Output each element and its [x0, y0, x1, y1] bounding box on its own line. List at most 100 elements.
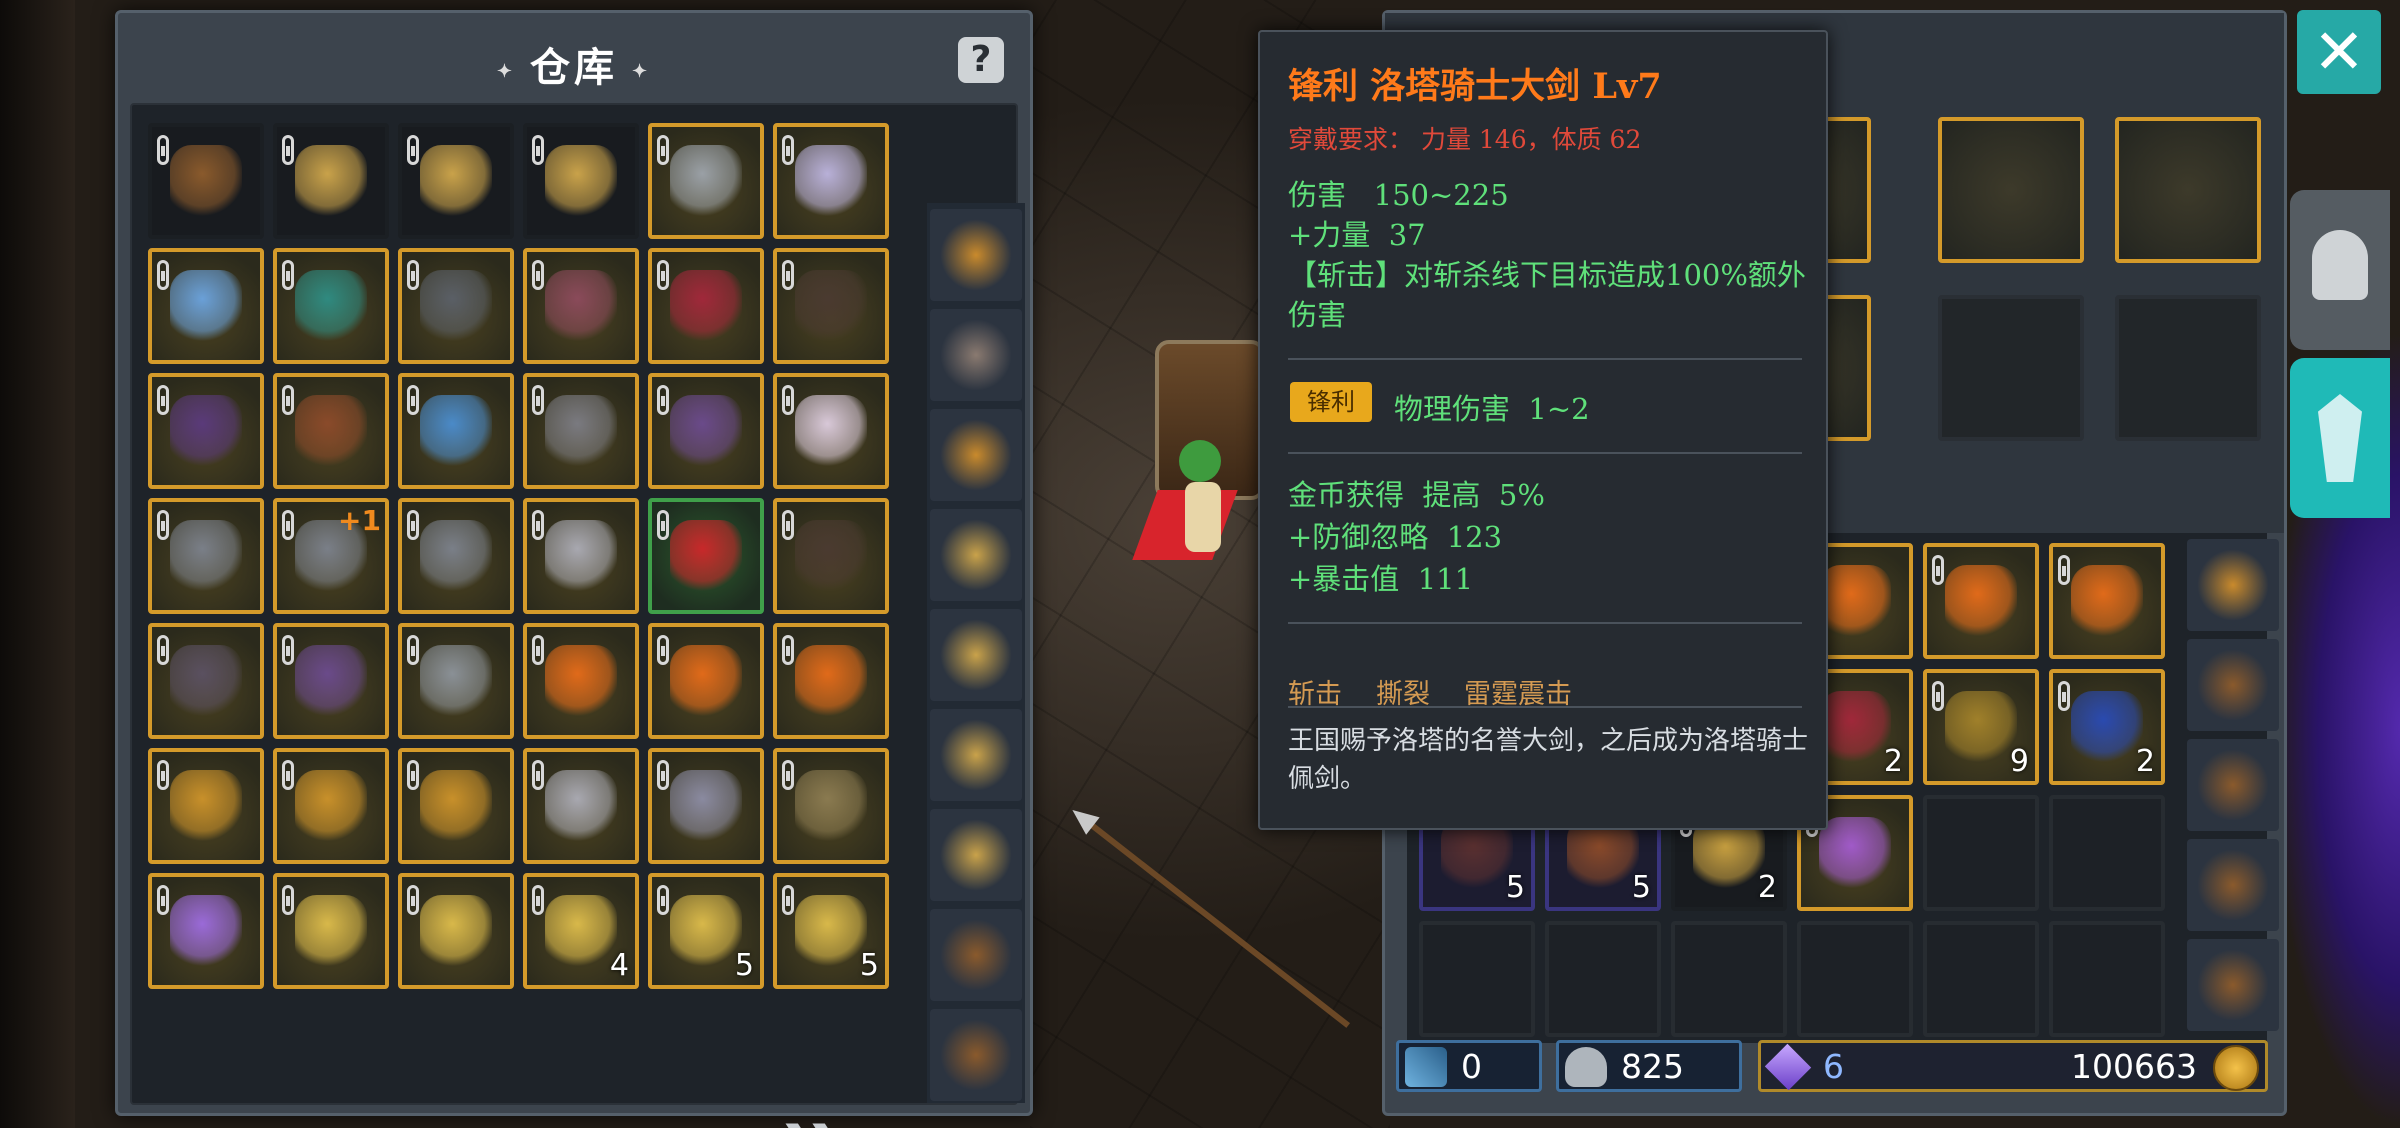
warehouse-slot[interactable] [398, 748, 514, 864]
warehouse-slot[interactable] [398, 498, 514, 614]
warehouse-tab[interactable] [930, 409, 1022, 501]
equip-bow-slot[interactable] [2115, 117, 2261, 263]
warehouse-slot[interactable] [773, 623, 889, 739]
amulet-icon [545, 645, 617, 717]
warehouse-tab[interactable] [930, 509, 1022, 601]
warehouse-tab[interactable] [930, 1009, 1022, 1101]
warehouse-slot[interactable] [148, 748, 264, 864]
bag-tab[interactable] [2187, 839, 2279, 931]
vestment-icon [670, 770, 742, 842]
bag-tab[interactable] [2187, 639, 2279, 731]
lock-icon [657, 760, 669, 790]
plate-armor-icon [420, 645, 492, 717]
warehouse-slot[interactable] [773, 748, 889, 864]
necklace-icon [795, 770, 867, 842]
satchel-icon [2197, 549, 2269, 621]
warehouse-slot[interactable] [273, 873, 389, 989]
next-page-button[interactable]: ❯❯ [777, 1115, 851, 1128]
bag-slot[interactable] [2049, 795, 2165, 911]
bag-slot[interactable] [1419, 921, 1535, 1037]
warehouse-slot[interactable] [523, 123, 639, 239]
warehouse-slot[interactable] [273, 748, 389, 864]
warehouse-slot[interactable]: 5 [648, 873, 764, 989]
warehouse-slot[interactable] [148, 248, 264, 364]
warehouse-slot[interactable] [523, 498, 639, 614]
warehouse-tab[interactable] [930, 309, 1022, 401]
warehouse-slot[interactable] [773, 373, 889, 489]
bag-slot[interactable]: 2 [2049, 669, 2165, 785]
warehouse-slot[interactable]: 5 [773, 873, 889, 989]
warehouse-bag-tabs [927, 203, 1025, 1103]
bag-tab[interactable] [2187, 739, 2279, 831]
warehouse-slot[interactable]: +1 [273, 498, 389, 614]
empty-weapon-slot[interactable] [2115, 295, 2261, 441]
close-button[interactable]: ✕ [2297, 10, 2381, 94]
bag-slot[interactable]: 9 [1923, 669, 2039, 785]
warehouse-slot[interactable] [148, 123, 264, 239]
empty-ring-slot[interactable] [1938, 295, 2084, 441]
tab-weapon[interactable] [2290, 358, 2390, 518]
bag-slot[interactable] [1797, 921, 1913, 1037]
bag-slot[interactable] [2049, 543, 2165, 659]
warehouse-slot[interactable] [648, 248, 764, 364]
warehouse-tab[interactable] [930, 809, 1022, 901]
warehouse-slot[interactable] [648, 123, 764, 239]
equip-ring-slot[interactable] [1938, 117, 2084, 263]
bag-slot[interactable] [2049, 921, 2165, 1037]
bag-tab[interactable] [2187, 539, 2279, 631]
warehouse-slot[interactable] [398, 873, 514, 989]
warehouse-slot[interactable] [273, 248, 389, 364]
warehouse-slot[interactable]: 4 [523, 873, 639, 989]
lock-icon [532, 760, 544, 790]
warehouse-slot[interactable] [523, 373, 639, 489]
warehouse-slot[interactable] [523, 623, 639, 739]
bag-slot[interactable] [1923, 921, 2039, 1037]
help-button[interactable]: ? [958, 37, 1004, 83]
bag-slot[interactable] [1923, 543, 2039, 659]
warehouse-slot[interactable] [648, 748, 764, 864]
warehouse-slot[interactable] [773, 123, 889, 239]
lock-icon [157, 635, 169, 665]
bag-tab[interactable] [2187, 939, 2279, 1031]
warehouse-slot[interactable] [148, 373, 264, 489]
warehouse-slot[interactable] [648, 373, 764, 489]
tab-helmet[interactable] [2290, 190, 2390, 350]
satchel-icon [940, 219, 1012, 291]
warehouse-slot[interactable] [273, 123, 389, 239]
warehouse-slot[interactable] [148, 498, 264, 614]
warehouse-slot[interactable] [148, 873, 264, 989]
warehouse-slot[interactable] [523, 748, 639, 864]
warehouse-slot[interactable] [273, 373, 389, 489]
warehouse-slot[interactable] [648, 498, 764, 614]
warehouse-slot[interactable] [398, 373, 514, 489]
warehouse-panel: ✦仓库✦ ? +1 4 5 5 ❯❯ [115, 10, 1033, 1128]
warehouse-tab[interactable] [930, 909, 1022, 1001]
gauntlet-icon [795, 520, 867, 592]
lock-icon [657, 385, 669, 415]
lock-icon [782, 385, 794, 415]
warehouse-tab[interactable] [930, 709, 1022, 801]
leather-bag-icon [940, 319, 1012, 391]
warehouse-tab[interactable] [930, 209, 1022, 301]
scroll-icon [670, 895, 742, 967]
warehouse-slot[interactable] [773, 498, 889, 614]
item-slash-effect: 【斩击】对斩杀线下目标造成100%额外 [1288, 258, 1806, 292]
bag-slot[interactable] [1545, 921, 1661, 1037]
lock-icon [407, 260, 419, 290]
warehouse-slot[interactable] [523, 248, 639, 364]
warehouse-slot[interactable] [773, 248, 889, 364]
warehouse-tab[interactable] [930, 609, 1022, 701]
warehouse-slot[interactable] [398, 123, 514, 239]
bag-slot[interactable] [1923, 795, 2039, 911]
warehouse-slot[interactable] [398, 248, 514, 364]
scroll-icon [795, 895, 867, 967]
warehouse-slot[interactable] [148, 623, 264, 739]
warehouse-slot[interactable] [273, 623, 389, 739]
warehouse-slot[interactable] [648, 623, 764, 739]
stack-count: 5 [859, 948, 879, 983]
warehouse-title: ✦ 仓库 ✦ [496, 44, 652, 91]
wall-shadow [0, 0, 75, 1128]
heart-counter: 825 [1556, 1040, 1742, 1092]
warehouse-slot[interactable] [398, 623, 514, 739]
bag-slot[interactable] [1671, 921, 1787, 1037]
